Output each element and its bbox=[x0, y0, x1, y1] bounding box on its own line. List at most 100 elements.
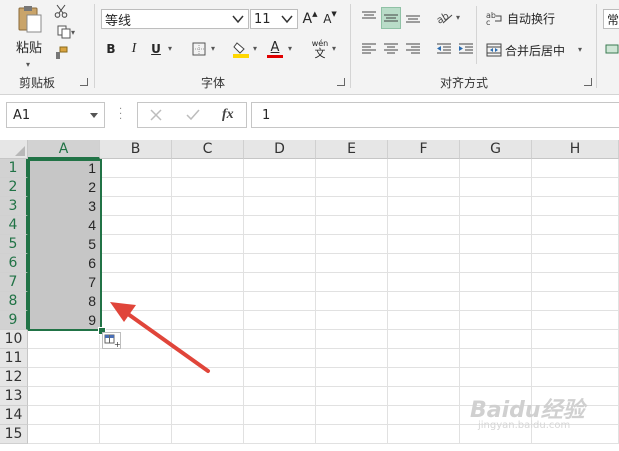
cell-d4[interactable] bbox=[244, 216, 316, 235]
cell-d2[interactable] bbox=[244, 178, 316, 197]
grow-font-button[interactable]: A ▲ bbox=[302, 10, 318, 28]
paste-dropdown-arrow[interactable]: ▾ bbox=[26, 60, 30, 69]
shrink-font-button[interactable]: A ▼ bbox=[322, 10, 338, 28]
cell-a10[interactable] bbox=[28, 330, 100, 349]
cell-c6[interactable] bbox=[172, 254, 244, 273]
cell-c10[interactable] bbox=[172, 330, 244, 349]
cell-d15[interactable] bbox=[244, 425, 316, 444]
cell-g7[interactable] bbox=[460, 273, 532, 292]
cell-c15[interactable] bbox=[172, 425, 244, 444]
column-header-c[interactable]: C bbox=[172, 140, 244, 159]
italic-button[interactable]: I bbox=[126, 40, 142, 58]
wrap-text-button[interactable]: ab c 自动换行 bbox=[486, 7, 566, 29]
cell-a7[interactable]: 7 bbox=[28, 273, 100, 292]
row-header-1[interactable]: 1 bbox=[0, 159, 28, 178]
cell-c3[interactable] bbox=[172, 197, 244, 216]
cell-g12[interactable] bbox=[460, 368, 532, 387]
cell-g11[interactable] bbox=[460, 349, 532, 368]
cell-f10[interactable] bbox=[388, 330, 460, 349]
cell-b5[interactable] bbox=[100, 235, 172, 254]
cell-e2[interactable] bbox=[316, 178, 388, 197]
underline-dropdown-arrow[interactable]: ▾ bbox=[168, 44, 172, 53]
cell-e11[interactable] bbox=[316, 349, 388, 368]
cell-b1[interactable] bbox=[100, 159, 172, 178]
cell-b4[interactable] bbox=[100, 216, 172, 235]
cell-b14[interactable] bbox=[100, 406, 172, 425]
cell-b11[interactable] bbox=[100, 349, 172, 368]
cell-a3[interactable]: 3 bbox=[28, 197, 100, 216]
cell-b6[interactable] bbox=[100, 254, 172, 273]
cell-a15[interactable] bbox=[28, 425, 100, 444]
cell-a11[interactable] bbox=[28, 349, 100, 368]
cell-g4[interactable] bbox=[460, 216, 532, 235]
cell-c14[interactable] bbox=[172, 406, 244, 425]
cell-d14[interactable] bbox=[244, 406, 316, 425]
font-name-dropdown[interactable]: 等线 bbox=[101, 9, 249, 29]
cell-a6[interactable]: 6 bbox=[28, 254, 100, 273]
cell-h6[interactable] bbox=[532, 254, 619, 273]
cell-e14[interactable] bbox=[316, 406, 388, 425]
enter-check-icon[interactable] bbox=[185, 108, 201, 122]
cell-f5[interactable] bbox=[388, 235, 460, 254]
cell-b12[interactable] bbox=[100, 368, 172, 387]
cell-g2[interactable] bbox=[460, 178, 532, 197]
row-header-2[interactable]: 2 bbox=[0, 178, 28, 197]
cut-button[interactable] bbox=[52, 3, 70, 19]
cell-c9[interactable] bbox=[172, 311, 244, 330]
cell-a9[interactable]: 9 bbox=[28, 311, 100, 330]
cell-c11[interactable] bbox=[172, 349, 244, 368]
cell-e4[interactable] bbox=[316, 216, 388, 235]
cell-f15[interactable] bbox=[388, 425, 460, 444]
cell-e15[interactable] bbox=[316, 425, 388, 444]
column-header-a[interactable]: A bbox=[28, 140, 100, 159]
row-header-8[interactable]: 8 bbox=[0, 292, 28, 311]
cell-d11[interactable] bbox=[244, 349, 316, 368]
cell-d13[interactable] bbox=[244, 387, 316, 406]
row-header-9[interactable]: 9 bbox=[0, 311, 28, 330]
cell-d1[interactable] bbox=[244, 159, 316, 178]
cell-f7[interactable] bbox=[388, 273, 460, 292]
row-header-10[interactable]: 10 bbox=[0, 330, 28, 349]
row-header-4[interactable]: 4 bbox=[0, 216, 28, 235]
chevron-down-icon[interactable] bbox=[89, 112, 99, 120]
cell-f12[interactable] bbox=[388, 368, 460, 387]
cell-c1[interactable] bbox=[172, 159, 244, 178]
cell-c8[interactable] bbox=[172, 292, 244, 311]
cell-e7[interactable] bbox=[316, 273, 388, 292]
cell-b15[interactable] bbox=[100, 425, 172, 444]
row-header-3[interactable]: 3 bbox=[0, 197, 28, 216]
formula-input[interactable]: 1 bbox=[251, 102, 619, 128]
cell-h10[interactable] bbox=[532, 330, 619, 349]
cell-g1[interactable] bbox=[460, 159, 532, 178]
cell-f8[interactable] bbox=[388, 292, 460, 311]
cell-d3[interactable] bbox=[244, 197, 316, 216]
cell-a2[interactable]: 2 bbox=[28, 178, 100, 197]
font-color-button[interactable]: A bbox=[266, 39, 284, 59]
cell-c4[interactable] bbox=[172, 216, 244, 235]
cell-f14[interactable] bbox=[388, 406, 460, 425]
cell-b3[interactable] bbox=[100, 197, 172, 216]
merge-center-dropdown-arrow[interactable]: ▾ bbox=[578, 45, 582, 54]
cell-h11[interactable] bbox=[532, 349, 619, 368]
column-header-d[interactable]: D bbox=[244, 140, 316, 159]
copy-button[interactable]: ▾ bbox=[52, 24, 80, 40]
cell-c7[interactable] bbox=[172, 273, 244, 292]
cell-h2[interactable] bbox=[532, 178, 619, 197]
borders-dropdown-arrow[interactable]: ▾ bbox=[211, 44, 215, 53]
cell-a1[interactable]: 1 bbox=[28, 159, 100, 178]
cell-f2[interactable] bbox=[388, 178, 460, 197]
cell-e13[interactable] bbox=[316, 387, 388, 406]
cell-e6[interactable] bbox=[316, 254, 388, 273]
fill-color-button[interactable] bbox=[232, 39, 250, 59]
cell-c2[interactable] bbox=[172, 178, 244, 197]
increase-indent-button[interactable] bbox=[456, 39, 476, 59]
number-format-dropdown[interactable]: 常 bbox=[603, 9, 619, 29]
cell-g3[interactable] bbox=[460, 197, 532, 216]
cell-d9[interactable] bbox=[244, 311, 316, 330]
row-header-13[interactable]: 13 bbox=[0, 387, 28, 406]
cell-e3[interactable] bbox=[316, 197, 388, 216]
cell-f6[interactable] bbox=[388, 254, 460, 273]
decrease-indent-button[interactable] bbox=[434, 39, 454, 59]
align-bottom-button[interactable] bbox=[403, 7, 423, 27]
cell-c12[interactable] bbox=[172, 368, 244, 387]
